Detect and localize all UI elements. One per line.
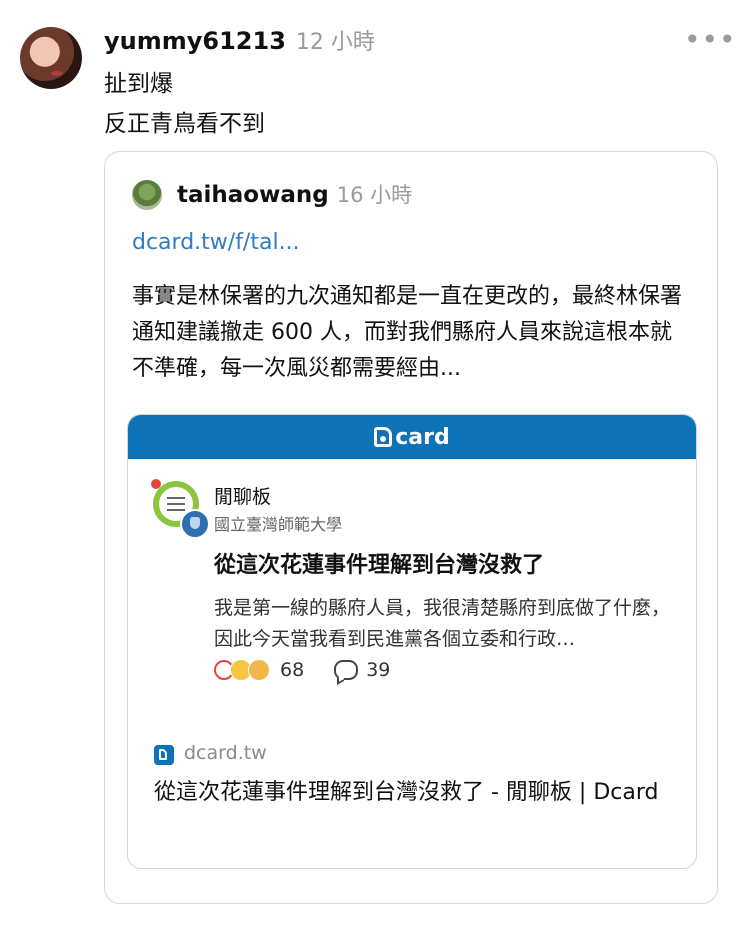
dcard-logo-icon <box>374 427 393 447</box>
link-title[interactable]: 從這次花蓮事件理解到台灣沒救了 - 閒聊板 | Dcard <box>154 775 674 811</box>
school-badge-icon <box>180 509 210 539</box>
site-domain: dcard.tw <box>184 742 267 764</box>
reaction-count: 68 <box>280 659 305 681</box>
comment-icon <box>334 660 359 680</box>
dcard-logo: card <box>374 424 450 450</box>
reaction-bar: 68 39 <box>214 659 390 681</box>
comment-count: 39 <box>366 659 391 681</box>
dcard-brand: card <box>395 424 450 450</box>
quoted-time: 16 小時 <box>336 183 413 207</box>
quoted-link[interactable]: dcard.tw/f/tal... <box>132 230 300 255</box>
school-name: 國立臺灣師範大學 <box>214 515 343 534</box>
dcard-site-icon <box>154 745 174 765</box>
link-preview-card[interactable]: card 閒聊板 國立臺灣師範大學 從這次花蓮事件理解到台灣沒救了 我是第一線的… <box>127 414 697 869</box>
post-text-line-1: 扯到爆 <box>104 71 173 97</box>
username[interactable]: yummy61213 <box>104 27 286 55</box>
cry-icon <box>248 659 270 681</box>
quoted-header: taihaowang 16 小時 <box>177 179 412 209</box>
post-header: yummy61213 12 小時 <box>104 24 375 56</box>
card-post-title: 從這次花蓮事件理解到台灣沒救了 <box>214 553 545 578</box>
card-excerpt: 我是第一線的縣府人員，我很清楚縣府到底做了什麼，因此今天當我看到民進黨各個立委和… <box>214 597 671 650</box>
ellipsis-icon[interactable]: ••• <box>684 26 737 54</box>
quoted-avatar[interactable] <box>132 180 162 210</box>
quoted-username[interactable]: taihaowang <box>177 182 329 208</box>
quoted-body: 事實是林保署的九次通知都是一直在更改的，最終林保署通知建議撤走 600 人，而對… <box>132 284 683 381</box>
quoted-post[interactable]: taihaowang 16 小時 dcard.tw/f/tal... 事實是林保… <box>104 151 718 904</box>
dcard-banner: card <box>128 415 696 459</box>
post-text-line-2: 反正青鳥看不到 <box>104 111 265 137</box>
user-avatar[interactable] <box>20 27 82 89</box>
post-time: 12 小時 <box>295 30 375 55</box>
forum-name: 閒聊板 <box>214 486 272 508</box>
